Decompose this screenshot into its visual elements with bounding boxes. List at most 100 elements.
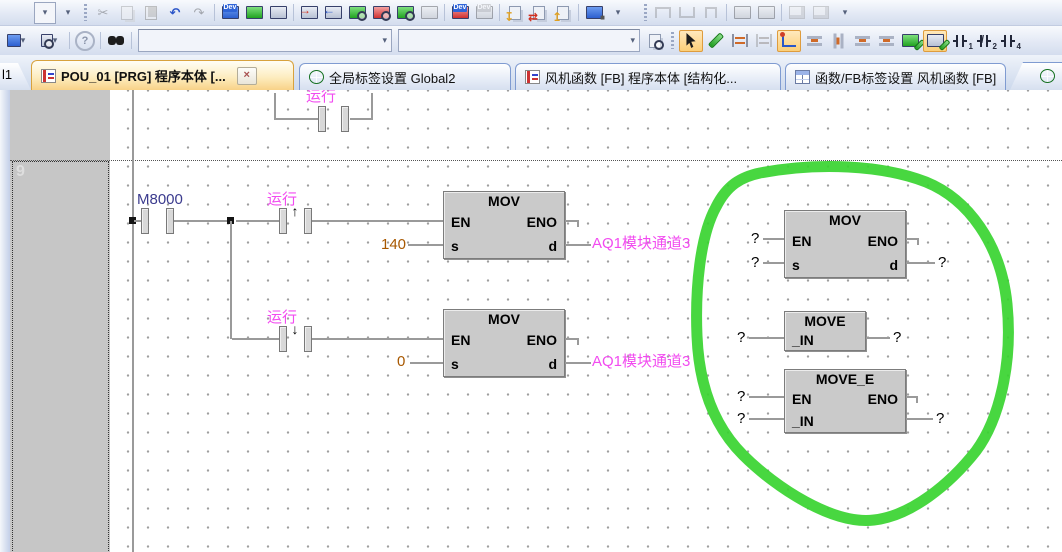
- fb-edit-button[interactable]: [923, 30, 947, 52]
- unassigned-operand[interactable]: ?: [751, 255, 759, 271]
- monitor-write-mode-button[interactable]: [267, 3, 289, 23]
- unassigned-operand[interactable]: ?: [737, 411, 745, 427]
- function-block-move-e[interactable]: MOVE_E ENENO _IN: [784, 369, 906, 433]
- function-block-mov3[interactable]: MOV ENENO sd: [784, 210, 906, 278]
- pin-eno[interactable]: ENO: [527, 210, 557, 234]
- toolbar-options-chevron[interactable]: ▾: [57, 3, 79, 23]
- toolbar-options-chevron[interactable]: ▾: [834, 3, 856, 23]
- tab-fan-fb-program[interactable]: 风机函数 [FB] 程序本体 [结构化...: [515, 63, 781, 90]
- pin-d[interactable]: d: [889, 253, 898, 277]
- tab-global-label-settings[interactable]: 全局标签设置 Global2: [299, 63, 511, 90]
- closed-contact-button[interactable]: /2: [973, 31, 995, 51]
- device-search-button[interactable]: ▾: [33, 31, 65, 51]
- trend-chart2-button[interactable]: [810, 3, 832, 23]
- cut-button[interactable]: ✂: [92, 3, 114, 23]
- contact-label-m8000[interactable]: M8000: [137, 192, 183, 208]
- paste-button[interactable]: [140, 3, 162, 23]
- contact-bar[interactable]: [318, 106, 326, 132]
- contact-bar[interactable]: [304, 326, 312, 352]
- unassigned-operand[interactable]: ?: [751, 231, 759, 247]
- verify-doc-button[interactable]: ⇄: [528, 3, 550, 23]
- contact-bar[interactable]: [279, 208, 287, 234]
- output-label-aq1-channel3[interactable]: AQ1模块通道3: [592, 236, 690, 252]
- monitor-start-button[interactable]: [346, 3, 368, 23]
- contact-bar[interactable]: [304, 208, 312, 234]
- contact-bar[interactable]: [141, 208, 149, 234]
- unassigned-operand[interactable]: ?: [737, 330, 745, 346]
- function-block-mov1[interactable]: MOV ENENO sd: [443, 191, 565, 259]
- write-to-plc-button[interactable]: →: [298, 3, 320, 23]
- unassigned-operand[interactable]: ?: [893, 330, 901, 346]
- tab-fb-label-settings[interactable]: 函数/FB标签设置 风机函数 [FB]: [785, 63, 1006, 90]
- pin-s[interactable]: s: [451, 352, 459, 376]
- function-block-move-in[interactable]: MOVE _IN: [784, 311, 866, 351]
- unassigned-operand[interactable]: ?: [737, 389, 745, 405]
- constant-0[interactable]: 0: [397, 354, 405, 370]
- pulse-rise-button[interactable]: [652, 3, 674, 23]
- comment-edit-button[interactable]: [899, 31, 921, 51]
- interconnect-mode-button[interactable]: [729, 31, 751, 51]
- import-doc-button[interactable]: ↥: [552, 3, 574, 23]
- monitor-pause-button[interactable]: [418, 3, 440, 23]
- help-button[interactable]: ?: [74, 31, 96, 51]
- pin-eno[interactable]: ENO: [868, 229, 898, 253]
- device-test-dev2-button[interactable]: Dev: [473, 3, 495, 23]
- delete-row-button[interactable]: [851, 31, 873, 51]
- tab-partial-right[interactable]: [1010, 62, 1062, 90]
- copy-button[interactable]: [116, 3, 138, 23]
- contact-bar[interactable]: [279, 326, 287, 352]
- tab-pou01-program[interactable]: POU_01 [PRG] 程序本体 [... ×: [31, 60, 294, 90]
- tab-close-button[interactable]: ×: [237, 67, 257, 85]
- find-combobox[interactable]: ▾: [138, 29, 392, 52]
- forced-on-button[interactable]: [731, 3, 753, 23]
- toolbar-options-chevron[interactable]: ▾: [607, 3, 629, 23]
- read-from-plc-button[interactable]: ←: [322, 3, 344, 23]
- toolbar-grip[interactable]: [671, 32, 674, 49]
- device-combobox[interactable]: ▾: [398, 29, 640, 52]
- undo-button[interactable]: ↶: [164, 3, 186, 23]
- coil-button[interactable]: 4: [997, 31, 1019, 51]
- pin-en[interactable]: EN: [451, 328, 470, 352]
- zoom-document-button[interactable]: [644, 31, 666, 51]
- pin-in[interactable]: _IN: [792, 330, 814, 350]
- unassigned-operand[interactable]: ?: [936, 411, 944, 427]
- open-contact-button[interactable]: 1: [949, 31, 971, 51]
- pin-s[interactable]: s: [792, 253, 800, 277]
- pin-en[interactable]: EN: [792, 229, 811, 253]
- monitor-stop-button[interactable]: [370, 3, 392, 23]
- device-monitor-button[interactable]: Dev: [219, 3, 241, 23]
- insert-column-button[interactable]: [827, 31, 849, 51]
- pin-eno[interactable]: ENO: [868, 388, 898, 410]
- pin-in[interactable]: _IN: [792, 410, 814, 432]
- function-block-mov2[interactable]: MOV ENENO sd: [443, 309, 565, 377]
- find-button[interactable]: [105, 31, 127, 51]
- export-doc-button[interactable]: ↧: [504, 3, 526, 23]
- ladder-editor-canvas[interactable]: 9 运行 M8000 运行 ↑ MOV ENENO sd 140: [0, 90, 1062, 552]
- pin-s[interactable]: s: [451, 234, 459, 258]
- output-label-aq1-channel3[interactable]: AQ1模块通道3: [592, 354, 690, 370]
- toolbar-grip[interactable]: [84, 4, 87, 21]
- device-test-dev-button[interactable]: Dev: [449, 3, 471, 23]
- toolbar-grip[interactable]: [644, 4, 647, 21]
- contact-bar[interactable]: [341, 106, 349, 132]
- constant-140[interactable]: 140: [381, 237, 406, 253]
- pulse-train-button[interactable]: [700, 3, 722, 23]
- pulse-fall-button[interactable]: [676, 3, 698, 23]
- watch-window-button[interactable]: ▾: [1, 31, 31, 51]
- auto-wire-button[interactable]: [777, 30, 801, 52]
- monitor-watch-button[interactable]: [394, 3, 416, 23]
- toolbox-combo-caret[interactable]: ▾: [34, 2, 56, 24]
- tab-partial-left[interactable]: l1: [0, 63, 31, 90]
- pin-d[interactable]: d: [548, 352, 557, 376]
- pc-lock-button[interactable]: ■: [583, 3, 605, 23]
- redo-button[interactable]: ↷: [188, 3, 210, 23]
- pin-en[interactable]: EN: [792, 388, 811, 410]
- pin-en[interactable]: EN: [451, 210, 470, 234]
- pin-eno[interactable]: ENO: [527, 328, 557, 352]
- guided-mode-button[interactable]: [753, 31, 775, 51]
- select-mode-button[interactable]: [679, 30, 703, 52]
- contact-bar[interactable]: [166, 208, 174, 234]
- forced-off-button[interactable]: [755, 3, 777, 23]
- unassigned-operand[interactable]: ?: [938, 255, 946, 271]
- monitor-mode-button[interactable]: [243, 3, 265, 23]
